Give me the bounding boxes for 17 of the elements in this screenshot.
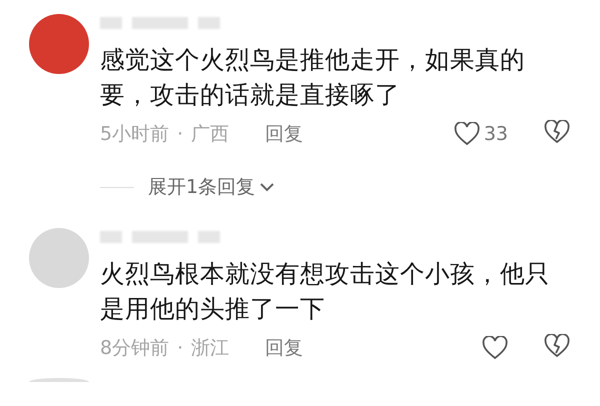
comment-time: 5小时前 <box>100 122 170 147</box>
comment-text: 火烈鸟根本就没有想攻击这个小孩，他只 是用他的头推了一下 <box>100 258 551 325</box>
like-heart-icon[interactable] <box>454 122 480 146</box>
chevron-down-icon <box>259 182 276 192</box>
meta-separator: · <box>177 337 184 359</box>
like-heart-icon[interactable] <box>482 336 508 360</box>
meta-separator: · <box>177 123 184 145</box>
comment-time: 8分钟前 <box>100 336 170 361</box>
comment-text: 感觉这个火烈鸟是推他走开，如果真的 要，攻击的话就是直接啄了 <box>100 44 526 111</box>
reply-link[interactable]: 回复 <box>265 121 304 147</box>
dislike-broken-heart-icon[interactable] <box>544 334 570 358</box>
dislike-broken-heart-icon[interactable] <box>544 120 570 144</box>
like-count: 33 <box>484 123 508 145</box>
comment-location: 广西 <box>191 122 230 147</box>
comment-location: 浙江 <box>191 336 230 361</box>
expand-replies-link[interactable]: 展开1条回复 <box>148 174 276 200</box>
reply-link[interactable]: 回复 <box>265 335 304 361</box>
